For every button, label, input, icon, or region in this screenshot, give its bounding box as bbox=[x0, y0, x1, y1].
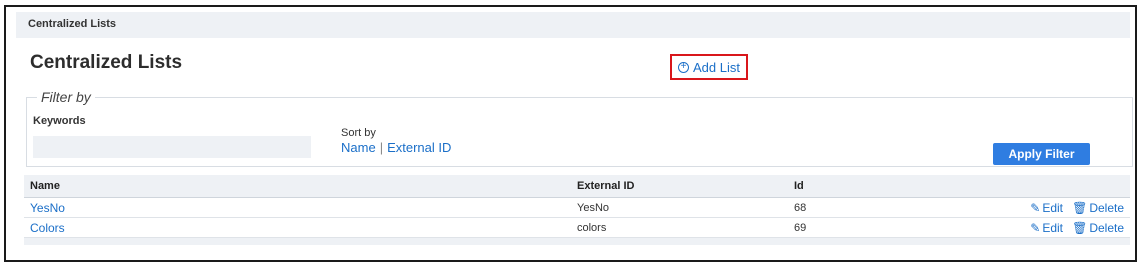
table-header-row: Name External ID Id bbox=[24, 175, 1130, 198]
row-name-cell: YesNo bbox=[24, 197, 571, 218]
row-id: 68 bbox=[788, 197, 960, 218]
table-row: Colors colors 69 ✎ Edit 🗑 Delete bbox=[24, 217, 1130, 238]
breadcrumb: Centralized Lists bbox=[16, 12, 1130, 39]
delete-button[interactable]: 🗑 Delete bbox=[1072, 221, 1124, 235]
row-name-cell: Colors bbox=[24, 217, 571, 238]
filter-legend: Filter by bbox=[41, 89, 91, 105]
row-actions: ✎ Edit 🗑 Delete bbox=[960, 197, 1130, 218]
column-header-external-id[interactable]: External ID bbox=[571, 175, 788, 198]
lists-table: Name External ID Id YesNo YesNo 68 ✎ Edit… bbox=[24, 175, 1130, 238]
row-id: 69 bbox=[788, 217, 960, 238]
sort-by-name-link[interactable]: Name bbox=[341, 140, 376, 155]
sort-separator: | bbox=[379, 140, 384, 155]
edit-button[interactable]: ✎ Edit bbox=[1030, 221, 1063, 235]
edit-label: Edit bbox=[1042, 220, 1064, 235]
add-list-button[interactable]: + Add List bbox=[670, 54, 748, 80]
filter-panel: Filter by Keywords Sort by Name | External… bbox=[26, 89, 1133, 167]
table-footer bbox=[24, 238, 1130, 245]
sort-by-label: Sort by bbox=[341, 127, 376, 139]
delete-label: Delete bbox=[1089, 220, 1124, 235]
row-name-link[interactable]: Colors bbox=[30, 221, 65, 235]
pencil-icon: ✎ bbox=[1030, 220, 1041, 235]
edit-button[interactable]: ✎ Edit bbox=[1030, 201, 1063, 215]
column-header-actions bbox=[960, 175, 1130, 198]
sort-options: Name | External ID bbox=[341, 140, 451, 155]
row-actions: ✎ Edit 🗑 Delete bbox=[960, 217, 1130, 238]
trash-icon: 🗑 bbox=[1072, 220, 1088, 235]
sort-by-external-id-link[interactable]: External ID bbox=[387, 140, 451, 155]
column-header-id[interactable]: Id bbox=[788, 175, 960, 198]
keywords-label: Keywords bbox=[33, 115, 86, 127]
edit-label: Edit bbox=[1042, 200, 1064, 215]
breadcrumb-item: Centralized Lists bbox=[28, 18, 117, 30]
main-panel: Centralized Lists + Add List Filter by K… bbox=[16, 38, 1133, 258]
delete-button[interactable]: 🗑 Delete bbox=[1072, 201, 1124, 215]
table-row: YesNo YesNo 68 ✎ Edit 🗑 Delete bbox=[24, 197, 1130, 218]
pencil-icon: ✎ bbox=[1030, 200, 1041, 215]
trash-icon: 🗑 bbox=[1072, 200, 1088, 215]
plus-circle-icon: + bbox=[678, 61, 689, 73]
apply-filter-button[interactable]: Apply Filter bbox=[993, 143, 1090, 165]
delete-label: Delete bbox=[1089, 200, 1124, 215]
keywords-input[interactable] bbox=[33, 136, 311, 158]
add-list-label: Add List bbox=[693, 59, 740, 75]
page-title: Centralized Lists bbox=[30, 52, 183, 73]
row-name-link[interactable]: YesNo bbox=[30, 201, 65, 215]
column-header-name[interactable]: Name bbox=[24, 175, 571, 198]
row-external-id: colors bbox=[571, 217, 788, 238]
row-external-id: YesNo bbox=[571, 197, 788, 218]
